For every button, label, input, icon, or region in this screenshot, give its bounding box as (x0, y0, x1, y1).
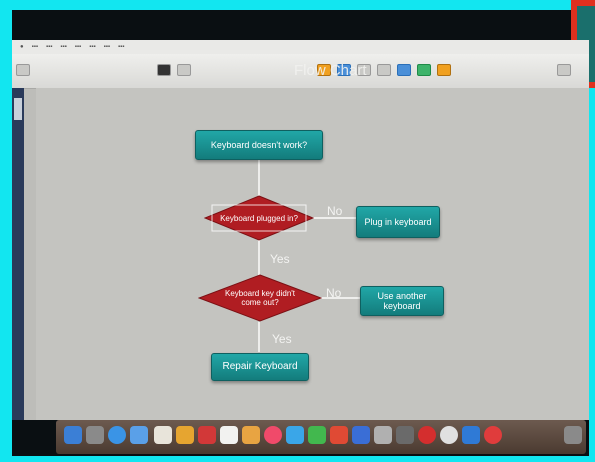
system-icon[interactable] (440, 426, 458, 444)
repair-node[interactable]: Repair Keyboard (211, 353, 309, 381)
slide-title: Flow Chart (294, 62, 367, 79)
finder-icon[interactable] (64, 426, 82, 444)
photos-icon[interactable] (198, 426, 216, 444)
comment-button[interactable] (417, 64, 431, 76)
connector-line (258, 240, 260, 276)
menu-item[interactable]: ▪▪▪ (75, 44, 81, 50)
menu-item[interactable]: ▪▪▪ (46, 44, 52, 50)
safari-icon[interactable] (108, 426, 126, 444)
launchpad-icon[interactable] (86, 426, 104, 444)
menu-item[interactable]: ▪▪▪ (104, 44, 110, 50)
decision-label: Keyboard key didn't come out? (225, 289, 296, 307)
edge-label-no: No (327, 204, 343, 218)
trash-icon[interactable] (564, 426, 582, 444)
slide-navigator[interactable] (12, 88, 24, 420)
play-button[interactable] (157, 64, 171, 76)
decision-node-key[interactable]: Keyboard key didn't come out? (198, 274, 322, 322)
decision-label: Keyboard plugged in? (220, 213, 298, 223)
apple-icon[interactable]: ● (20, 44, 24, 50)
shape-button[interactable] (377, 64, 391, 76)
share-button[interactable] (437, 64, 451, 76)
menu-item[interactable]: ▪▪▪ (60, 44, 66, 50)
xcode-icon[interactable] (462, 426, 480, 444)
start-node[interactable]: Keyboard doesn't work? (195, 130, 323, 160)
preferences-icon[interactable] (396, 426, 414, 444)
slide-thumbnail[interactable] (14, 98, 22, 120)
notes-icon[interactable] (220, 426, 238, 444)
books-icon[interactable] (330, 426, 348, 444)
menu-item[interactable]: ▪▪▪ (89, 44, 95, 50)
keynote-live-button[interactable] (177, 64, 191, 76)
keynote-icon[interactable] (176, 426, 194, 444)
preview-icon[interactable] (374, 426, 392, 444)
menu-item[interactable]: ▪▪▪ (32, 44, 38, 50)
view-button[interactable] (16, 64, 30, 76)
menu-item[interactable]: ▪▪▪ (118, 44, 124, 50)
edge-label-yes: Yes (270, 252, 290, 266)
use-another-node[interactable]: Use another keyboard (360, 286, 444, 316)
media-button[interactable] (397, 64, 411, 76)
decision-node-plugged[interactable]: Keyboard plugged in? (204, 195, 314, 241)
menu-bar[interactable]: ● ▪▪▪ ▪▪▪ ▪▪▪ ▪▪▪ ▪▪▪ ▪▪▪ ▪▪▪ (12, 40, 589, 54)
itunes-icon[interactable] (264, 426, 282, 444)
messages-icon[interactable] (286, 426, 304, 444)
no-entry-icon[interactable] (418, 426, 436, 444)
plug-in-node[interactable]: Plug in keyboard (356, 206, 440, 238)
mail-icon[interactable] (130, 426, 148, 444)
format-button[interactable] (557, 64, 571, 76)
facetime-icon[interactable] (308, 426, 326, 444)
calendar-icon[interactable] (154, 426, 172, 444)
edge-label-no: No (326, 286, 342, 300)
dock (56, 420, 586, 454)
reminders-icon[interactable] (242, 426, 260, 444)
chrome-icon[interactable] (484, 426, 502, 444)
connector-line (258, 160, 260, 196)
edge-label-yes: Yes (272, 332, 292, 346)
connector-line (258, 322, 260, 352)
appstore-icon[interactable] (352, 426, 370, 444)
